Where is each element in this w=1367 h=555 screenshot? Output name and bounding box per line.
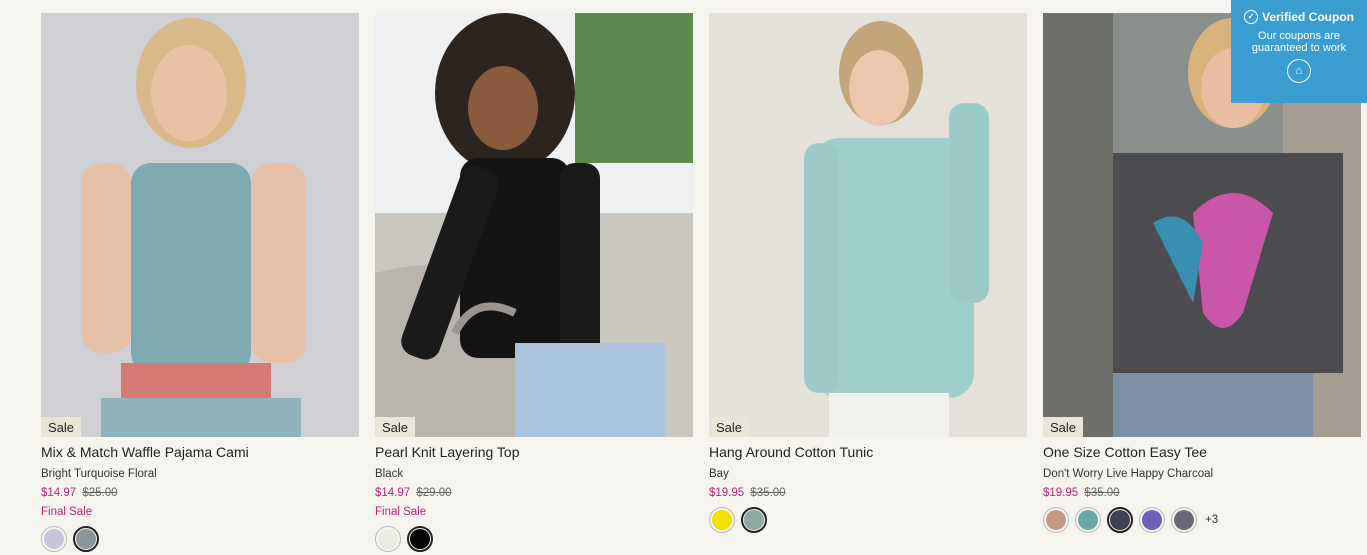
product-title[interactable]: One Size Cotton Easy Tee (1043, 444, 1361, 460)
product-color: Bay (709, 468, 729, 480)
swatch-dot (1078, 510, 1098, 530)
swatch-dot (410, 529, 430, 549)
color-swatch[interactable] (1107, 507, 1133, 533)
coupon-heading-row: ✓ Verified Coupon (1231, 10, 1367, 24)
color-swatch[interactable] (1171, 507, 1197, 533)
color-swatch[interactable] (741, 507, 767, 533)
check-circle-icon: ✓ (1243, 10, 1258, 24)
price-row: $19.95 $35.00 (709, 487, 1027, 499)
color-swatches: +3 (1043, 507, 1361, 533)
price-row: $14.97 $25.00 (41, 487, 359, 499)
sale-price: $14.97 (41, 487, 77, 499)
color-swatch[interactable] (1075, 507, 1101, 533)
color-swatches (709, 507, 1027, 533)
coupon-heading: Verified Coupon (1261, 10, 1354, 24)
swatch-dot (1046, 510, 1066, 530)
original-price: $25.00 (82, 487, 118, 499)
original-price: $35.00 (1084, 487, 1120, 499)
color-swatch[interactable] (1043, 507, 1069, 533)
swatch-dot (1142, 510, 1162, 530)
product-color: Black (375, 468, 404, 480)
color-swatches (375, 526, 693, 552)
product-image[interactable]: Sale (375, 13, 693, 437)
final-sale-label: Final Sale (41, 506, 93, 518)
color-swatch[interactable] (407, 526, 433, 552)
swatch-dot (378, 529, 398, 549)
sale-price: $14.97 (375, 487, 411, 499)
color-swatch[interactable] (73, 526, 99, 552)
swatch-dot (712, 510, 732, 530)
verified-coupon-badge[interactable]: ✓ Verified Coupon Our coupons are guaran… (1231, 0, 1367, 103)
sale-badge: Sale (375, 417, 416, 437)
final-sale-label: Final Sale (375, 506, 427, 518)
product-image[interactable]: Sale (709, 13, 1027, 437)
price-row: $19.95 $35.00 (1043, 487, 1361, 499)
original-price: $29.00 (416, 487, 452, 499)
swatch-dot (744, 510, 764, 530)
sale-price: $19.95 (1043, 487, 1079, 499)
color-swatch[interactable] (709, 507, 735, 533)
color-swatch[interactable] (41, 526, 67, 552)
tag-icon: ⌂ (1287, 59, 1311, 83)
sale-badge: Sale (709, 417, 750, 437)
swatch-dot (1174, 510, 1194, 530)
product-image[interactable]: Sale (41, 13, 359, 437)
sale-badge: Sale (41, 417, 82, 437)
swatch-dot (44, 529, 64, 549)
product-color: Bright Turquoise Floral (41, 468, 157, 480)
coupon-subtext: Our coupons are guaranteed to work (1251, 30, 1347, 54)
product-card[interactable]: Sale Hang Around Cotton Tunic Bay $19.95… (709, 13, 1027, 552)
swatch-dot (1110, 510, 1130, 530)
product-card[interactable]: Sale Mix & Match Waffle Pajama Cami Brig… (41, 13, 359, 552)
color-swatch[interactable] (375, 526, 401, 552)
product-color: Don't Worry Live Happy Charcoal (1043, 468, 1214, 480)
color-swatch[interactable] (1139, 507, 1165, 533)
price-row: $14.97 $29.00 (375, 487, 693, 499)
original-price: $35.00 (750, 487, 786, 499)
swatch-dot (76, 529, 96, 549)
sale-price: $19.95 (709, 487, 745, 499)
product-title[interactable]: Pearl Knit Layering Top (375, 444, 693, 460)
product-grid: Sale Mix & Match Waffle Pajama Cami Brig… (41, 13, 1361, 552)
more-colors-link[interactable]: +3 (1205, 514, 1218, 526)
color-swatches (41, 526, 359, 552)
product-title[interactable]: Hang Around Cotton Tunic (709, 444, 1027, 460)
sale-badge: Sale (1043, 417, 1084, 437)
product-card[interactable]: Sale Pearl Knit Layering Top Black $14.9… (375, 13, 693, 552)
product-title[interactable]: Mix & Match Waffle Pajama Cami (41, 444, 359, 460)
